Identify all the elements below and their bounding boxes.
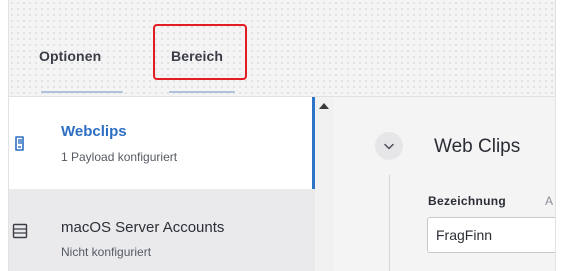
sidebar-item-title: macOS Server Accounts xyxy=(61,219,225,236)
scroll-up-arrow-icon[interactable] xyxy=(319,103,329,109)
sidebar-item-title: Webclips xyxy=(61,123,127,140)
app-window: Optionen Bereich Webclips 1 Payload konf… xyxy=(8,0,556,271)
sidebar-item-webclips[interactable]: Webclips 1 Payload konfiguriert xyxy=(9,97,315,189)
tab-bar: Optionen Bereich xyxy=(9,0,555,97)
section-divider xyxy=(389,175,390,271)
sidebar-item-macos-server-accounts[interactable]: macOS Server Accounts Nicht konfiguriert xyxy=(9,189,315,271)
payload-detail-panel: Web Clips Bezeichnung A xyxy=(333,97,555,271)
sidebar-scrollbar[interactable] xyxy=(315,97,333,271)
collapse-section-button[interactable] xyxy=(375,132,403,160)
tab-optionen-underline xyxy=(41,91,123,93)
payload-sidebar: Webclips 1 Payload konfiguriert macOS Se… xyxy=(9,97,315,271)
bezeichnung-label: Bezeichnung xyxy=(428,194,506,208)
bezeichnung-input[interactable] xyxy=(427,217,555,253)
server-account-icon xyxy=(12,223,28,239)
tab-bereich-underline xyxy=(169,91,235,93)
section-title: Web Clips xyxy=(434,136,521,157)
bereich-highlight-box xyxy=(153,24,247,80)
bezeichnung-hint: A xyxy=(545,194,554,208)
tab-optionen[interactable]: Optionen xyxy=(39,48,101,64)
sidebar-item-status: 1 Payload konfiguriert xyxy=(61,150,178,164)
sidebar-item-status: Nicht konfiguriert xyxy=(61,245,152,259)
chevron-down-icon xyxy=(384,143,394,149)
webclip-icon xyxy=(15,136,24,151)
